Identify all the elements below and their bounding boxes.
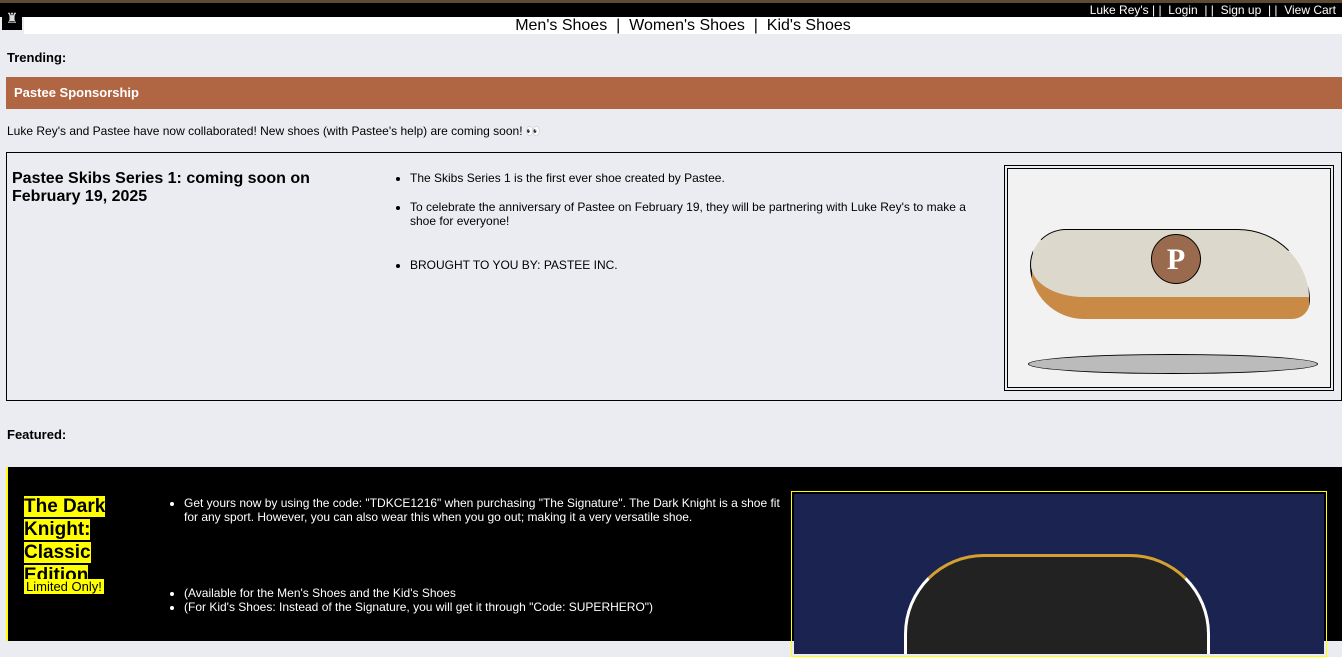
title-text: The Dark Knight: Classic Edition	[24, 496, 106, 586]
sponsorship-banner: Pastee Sponsorship	[6, 77, 1342, 109]
nav-womens-shoes[interactable]: Women's Shoes	[629, 17, 745, 34]
sponsorship-intro: Luke Rey's and Pastee have now collabora…	[7, 124, 541, 138]
limited-badge: Limited Only!	[24, 579, 104, 594]
detail-item: (Available for the Men's Shoes and the K…	[184, 586, 784, 600]
detail-item: Get yours now by using the code: "TDKCE1…	[184, 496, 784, 524]
product-image: P	[1004, 165, 1334, 391]
shoe-shape	[904, 554, 1210, 654]
pastee-logo: P	[1151, 234, 1201, 284]
featured-details: Get yours now by using the code: "TDKCE1…	[166, 496, 784, 524]
featured-product-card: The Dark Knight: Classic Edition Limited…	[6, 467, 1342, 657]
detail-item: (For Kid's Shoes: Instead of the Signatu…	[184, 600, 784, 614]
account-links: Luke Rey's | | Login | | Sign up | | Vie…	[1090, 3, 1336, 17]
trending-heading: Trending:	[7, 50, 67, 65]
main-nav: Men's Shoes | Women's Shoes | Kid's Shoe…	[24, 17, 1342, 34]
detail-item: BROUGHT TO YOU BY: PASTEE INC.	[410, 258, 980, 272]
signup-link[interactable]: Sign up	[1221, 3, 1262, 17]
pastee-product-card: Pastee Skibs Series 1: coming soon on Fe…	[6, 152, 1342, 401]
nav-kids-shoes[interactable]: Kid's Shoes	[767, 17, 851, 34]
separator: | |	[1204, 3, 1214, 17]
detail-item: The Skibs Series 1 is the first ever sho…	[410, 171, 980, 185]
home-link[interactable]: Luke Rey's	[1090, 3, 1149, 17]
detail-item: To celebrate the anniversary of Pastee o…	[410, 200, 980, 228]
login-link[interactable]: Login	[1168, 3, 1197, 17]
shoe-shadow	[1028, 354, 1318, 374]
separator: | |	[1267, 3, 1278, 17]
separator: | |	[1152, 3, 1162, 17]
featured-image	[791, 491, 1327, 657]
view-cart-link[interactable]: View Cart	[1284, 3, 1336, 17]
separator: |	[616, 17, 621, 34]
featured-heading: Featured:	[7, 427, 67, 442]
product-title: Pastee Skibs Series 1: coming soon on Fe…	[12, 170, 310, 205]
separator: |	[753, 17, 758, 34]
product-details: The Skibs Series 1 is the first ever sho…	[392, 171, 980, 287]
site-logo[interactable]: ♜	[2, 6, 22, 30]
nav-mens-shoes[interactable]: Men's Shoes	[515, 17, 607, 34]
featured-title: The Dark Knight: Classic Edition	[24, 495, 149, 587]
featured-availability: (Available for the Men's Shoes and the K…	[166, 586, 784, 614]
